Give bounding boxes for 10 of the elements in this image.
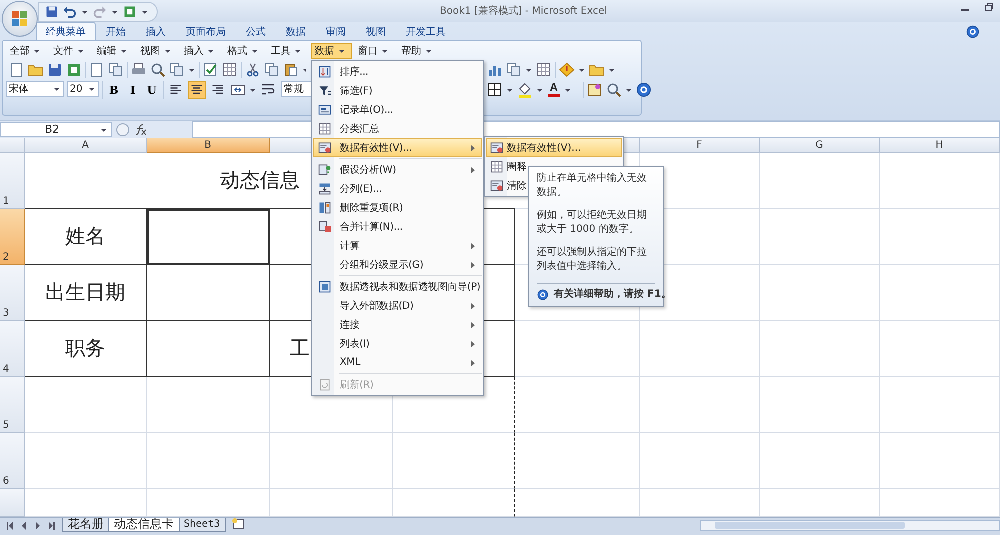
- help-hint: 有关详细帮助，请按 F1。: [554, 288, 672, 302]
- tooltip-text: 防止在单元格中输入无效数据。: [537, 172, 648, 200]
- cell-text: 职务: [66, 335, 106, 362]
- tooltip-text: 还可以强制从指定的下拉列表值中选择输入。: [537, 246, 648, 274]
- cell-text: 姓名: [66, 223, 106, 250]
- cell-text: 出生日期: [46, 279, 126, 306]
- tooltip-text: 例如，可以拒绝无效日期或大于 1000 的数字。: [537, 209, 648, 237]
- cell-text: 动态信息: [220, 167, 300, 194]
- window-title: Book1 [兼容模式] - Microsoft Excel: [440, 4, 608, 18]
- cell-text: 工: [290, 335, 310, 362]
